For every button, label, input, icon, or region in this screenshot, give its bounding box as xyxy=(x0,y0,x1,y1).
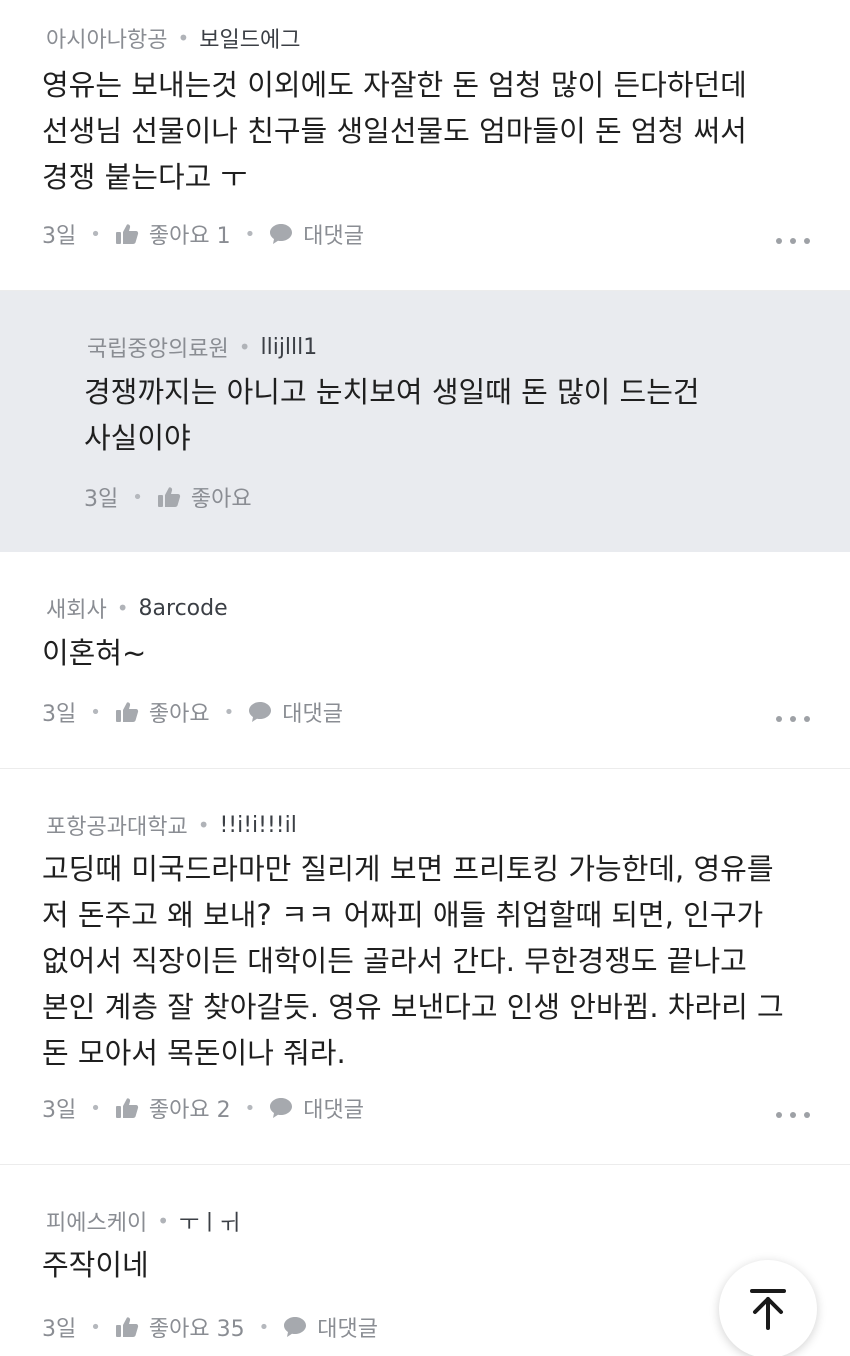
like-button[interactable]: 좋아요 1 xyxy=(115,218,231,250)
comment-author: 국립중앙의료원 • llijlll1 xyxy=(87,331,317,363)
meta-separator: • xyxy=(177,26,190,50)
meta-separator: • xyxy=(116,596,129,620)
like-button[interactable]: 좋아요 35 xyxy=(115,1311,245,1343)
comment-text: 주작이네 xyxy=(42,1242,149,1288)
meta-separator: • xyxy=(90,1097,101,1119)
speech-bubble-icon xyxy=(249,702,272,722)
comment-text-line: 경쟁 붙는다고 ㅜ xyxy=(42,160,248,194)
meta-separator: • xyxy=(90,223,101,245)
comment-time: 3일 xyxy=(42,702,77,727)
meta-separator: • xyxy=(258,1316,270,1338)
like-button[interactable]: 좋아요 2 xyxy=(115,1092,231,1124)
comment-time: 3일 xyxy=(42,1317,77,1342)
comment-actions: 3일 • 좋아요 2 • 대댓글 xyxy=(42,1092,364,1124)
comment-actions: 3일 • 좋아요 xyxy=(84,481,252,513)
author-nickname[interactable]: !!i!i!!!il xyxy=(219,813,296,838)
reply-button[interactable]: 대댓글 xyxy=(269,218,364,250)
reply-button[interactable]: 대댓글 xyxy=(248,696,343,728)
author-nickname[interactable]: 보일드에그 xyxy=(199,22,300,54)
author-nickname[interactable]: 8arcode xyxy=(139,596,228,621)
author-company[interactable]: 피에스케이 xyxy=(46,1205,147,1237)
speech-bubble-icon xyxy=(284,1317,307,1337)
like-label: 좋아요 xyxy=(190,487,252,512)
reply-label: 대댓글 xyxy=(303,224,364,249)
author-nickname[interactable]: llijlll1 xyxy=(260,335,317,360)
comment-time: 3일 xyxy=(42,1098,77,1123)
speech-bubble-icon xyxy=(270,224,293,244)
reply-label: 대댓글 xyxy=(317,1317,378,1342)
meta-separator: • xyxy=(132,486,143,508)
comment-text: 영유는 보내는것 이외에도 자잘한 돈 엄청 많이 든다하던데 선생님 선물이나… xyxy=(42,62,747,200)
meta-separator: • xyxy=(157,1209,169,1233)
more-dots-icon[interactable] xyxy=(776,236,810,246)
comment-actions: 3일 • 좋아요 • 대댓글 xyxy=(42,696,343,728)
comment-text-line: 선생님 선물이나 친구들 생일선물도 엄마들이 돈 엄청 써서 xyxy=(42,114,747,148)
comment-text: 경쟁까지는 아니고 눈치보여 생일때 돈 많이 드는건 사실이야 xyxy=(84,369,700,461)
reply-button[interactable]: 대댓글 xyxy=(283,1311,378,1343)
author-company[interactable]: 포항공과대학교 xyxy=(46,809,188,841)
thumbs-up-icon xyxy=(115,1317,139,1337)
meta-separator: • xyxy=(223,701,235,723)
comment-text-line: 저 돈주고 왜 보내? ㅋㅋ 어짜피 애들 취업할때 되면, 인구가 xyxy=(42,898,764,932)
meta-separator: • xyxy=(244,1097,256,1119)
comment-author: 포항공과대학교 • !!i!i!!!il xyxy=(46,809,297,841)
comment-author: 새회사 • 8arcode xyxy=(46,592,228,624)
comment-text: 고딩때 미국드라마만 질리게 보면 프리토킹 가능한데, 영유를 저 돈주고 왜… xyxy=(42,846,784,1076)
like-button[interactable]: 좋아요 xyxy=(115,696,210,728)
more-dots-icon[interactable] xyxy=(776,714,810,724)
meta-separator: • xyxy=(238,335,251,359)
comment-actions: 3일 • 좋아요 35 • 대댓글 xyxy=(42,1311,378,1343)
comment-item: 포항공과대학교 • !!i!i!!!il 고딩때 미국드라마만 질리게 보면 프… xyxy=(0,769,850,1165)
meta-separator: • xyxy=(244,223,256,245)
comment-text-line: 영유는 보내는것 이외에도 자잘한 돈 엄청 많이 든다하던데 xyxy=(42,68,747,102)
comment-text-line: 본인 계층 잘 찾아갈듯. 영유 보낸다고 인생 안바뀜. 차라리 그 xyxy=(42,990,784,1024)
comment-author: 피에스케이 • ㅜㅣㅟ xyxy=(46,1205,240,1237)
comment-item: 아시아나항공 • 보일드에그 영유는 보내는것 이외에도 자잘한 돈 엄청 많이… xyxy=(0,0,850,291)
thumbs-up-icon xyxy=(115,224,139,244)
comment-text-line: 경쟁까지는 아니고 눈치보여 생일때 돈 많이 드는건 xyxy=(84,375,700,409)
comment-text: 이혼혀~ xyxy=(42,630,146,676)
comment-author: 아시아나항공 • 보일드에그 xyxy=(46,22,300,54)
author-company[interactable]: 새회사 xyxy=(46,592,107,624)
reply-label: 대댓글 xyxy=(282,702,343,727)
comment-time: 3일 xyxy=(84,487,119,512)
like-button[interactable]: 좋아요 xyxy=(157,481,252,513)
author-company[interactable]: 국립중앙의료원 xyxy=(87,331,229,363)
scroll-to-top-button[interactable] xyxy=(719,1260,817,1356)
comment-text-line: 돈 모아서 목돈이나 줘라. xyxy=(42,1036,346,1070)
meta-separator: • xyxy=(90,1316,101,1338)
author-nickname[interactable]: ㅜㅣㅟ xyxy=(179,1205,240,1237)
comment-actions: 3일 • 좋아요 1 • 대댓글 xyxy=(42,218,364,250)
reply-item: 국립중앙의료원 • llijlll1 경쟁까지는 아니고 눈치보여 생일때 돈 … xyxy=(0,291,850,552)
more-dots-icon[interactable] xyxy=(776,1110,810,1120)
comment-text-line: 주작이네 xyxy=(42,1248,149,1282)
meta-separator: • xyxy=(197,813,210,837)
reply-button[interactable]: 대댓글 xyxy=(269,1092,364,1124)
comment-text-line: 이혼혀~ xyxy=(42,636,147,670)
comment-text-line: 없어서 직장이든 대학이든 골라서 간다. 무한경쟁도 끝나고 xyxy=(42,944,747,978)
comment-item: 새회사 • 8arcode 이혼혀~ 3일 • 좋아요 • 대댓글 xyxy=(0,552,850,769)
meta-separator: • xyxy=(90,701,101,723)
like-label: 좋아요 35 xyxy=(148,1317,245,1342)
comment-text-line: 고딩때 미국드라마만 질리게 보면 프리토킹 가능한데, 영유를 xyxy=(42,852,774,886)
reply-label: 대댓글 xyxy=(303,1098,364,1123)
thumbs-up-icon xyxy=(157,487,181,507)
like-label: 좋아요 1 xyxy=(148,224,231,249)
thumbs-up-icon xyxy=(115,1098,139,1118)
like-label: 좋아요 xyxy=(148,702,210,727)
arrow-up-to-line-icon xyxy=(750,1289,786,1330)
speech-bubble-icon xyxy=(270,1098,293,1118)
like-label: 좋아요 2 xyxy=(148,1098,231,1123)
thumbs-up-icon xyxy=(115,702,139,722)
author-company[interactable]: 아시아나항공 xyxy=(46,22,167,54)
comment-text-line: 사실이야 xyxy=(84,421,191,455)
comment-time: 3일 xyxy=(42,224,77,249)
